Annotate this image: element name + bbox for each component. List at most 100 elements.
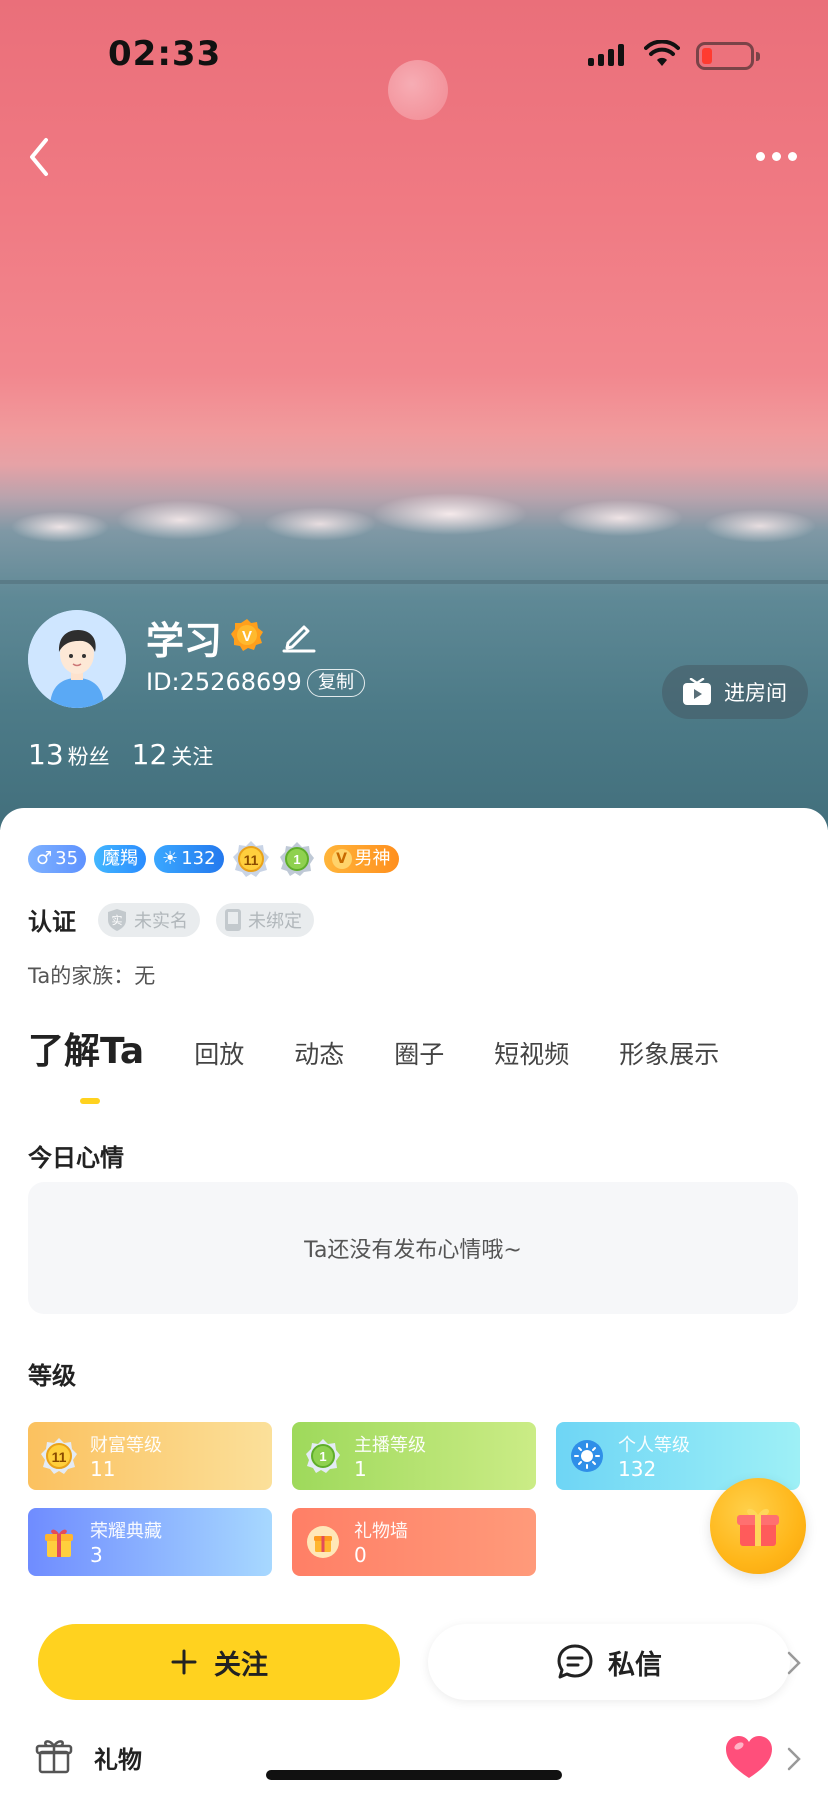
certification-title: 认证 [28,908,76,936]
clouds [0,482,828,552]
male-symbol-icon: ♂ [36,848,53,869]
back-icon[interactable] [22,132,62,182]
user-id: ID:25268699 [146,668,302,696]
gift-box-icon [45,1529,73,1557]
gift-wall-card[interactable]: 礼物墙 0 [292,1508,536,1576]
svg-text:1: 1 [293,852,300,867]
tab-replay[interactable]: 回放 [194,1035,244,1071]
svg-text:V: V [242,628,252,645]
send-gift-fab[interactable] [710,1478,806,1574]
private-message-button[interactable]: 私信 [428,1624,790,1700]
anchor-level-value: 1 [354,1457,367,1481]
battery-icon [696,42,760,70]
vip-v-icon: V [331,849,352,869]
gift-outline-icon [35,1740,73,1774]
personal-level-label: 个人等级 [618,1435,690,1456]
tab-short-videos[interactable]: 短视频 [494,1035,569,1071]
gift-wall-label: 礼物墙 [354,1521,408,1542]
honor-collection-card[interactable]: 荣耀典藏 3 [28,1508,272,1576]
gender-level-badge[interactable]: ♂ 35 [28,845,87,873]
chat-bubble-icon [557,1644,593,1679]
plus-icon [171,1649,197,1675]
wifi-icon [644,40,680,66]
wealth-medal-icon[interactable]: 11 [232,840,270,878]
honor-collection-label: 荣耀典藏 [90,1521,162,1542]
gift-icon [737,1508,779,1546]
tab-image-showcase[interactable]: 形象展示 [619,1035,719,1071]
mohe-badge[interactable]: 魔羯 [94,845,147,873]
shield-icon: 实 [108,908,126,931]
following-label: 关注 [171,745,214,769]
wealth-level-label: 财富等级 [90,1435,162,1456]
profile-cover: 02:33 学习 V ID:25268699 复制 进房间 13 粉丝 12 关… [0,0,828,830]
status-time: 02:33 [108,34,222,74]
realname-status-tag[interactable]: 实 未实名 [98,902,200,937]
realname-status-label: 未实名 [134,910,188,932]
private-message-label: 私信 [608,1649,662,1681]
avatar[interactable] [28,610,126,708]
phone-status-label: 未绑定 [248,910,302,932]
chevron-right-icon[interactable] [786,1746,802,1772]
gift-wall-value: 0 [354,1543,367,1567]
vip-badge[interactable]: V 男神 [323,845,399,873]
profile-tabs: 了解Ta 回放 动态 圈子 短视频 形象展示 [28,1022,769,1074]
anchor-level-icon: 1 [306,1439,340,1473]
gender-level-value: 35 [55,848,79,869]
follow-stats: 13 粉丝 12 关注 [28,738,213,771]
tv-icon [683,678,711,705]
mood-empty-text: Ta还没有发布心情哦~ [304,1238,522,1263]
tab-about[interactable]: 了解Ta [28,1022,144,1074]
anchor-level-card[interactable]: 1 主播等级 1 [292,1422,536,1490]
badge-row: ♂ 35 魔羯 ☀ 132 11 1 V 男神 [28,840,399,878]
heart-icon [726,1736,772,1778]
edit-name-icon[interactable] [280,617,316,653]
certification-row: 认证 实 未实名 未绑定 [28,902,314,937]
fans-count: 13 [28,738,64,771]
wealth-level-value: 11 [90,1457,116,1481]
svg-text:1: 1 [319,1449,326,1464]
personal-level-badge[interactable]: ☀ 132 [154,845,224,873]
sun-level-value: 132 [181,848,216,869]
personal-level-value: 132 [618,1457,657,1481]
fans-stat[interactable]: 13 粉丝 [28,738,110,771]
wealth-level-card[interactable]: 11 财富等级 11 [28,1422,272,1490]
mood-empty-box: Ta还没有发布心情哦~ [28,1182,798,1314]
phone-status-tag[interactable]: 未绑定 [216,902,314,937]
svg-text:11: 11 [243,852,258,868]
enter-room-label: 进房间 [724,681,787,705]
enter-room-button[interactable]: 进房间 [662,665,808,719]
cellular-signal-icon [588,44,624,66]
copy-id-button[interactable]: 复制 [307,669,365,697]
anchor-level-label: 主播等级 [354,1435,426,1456]
following-count: 12 [131,738,168,771]
svg-text:11: 11 [52,1449,67,1465]
fans-label: 粉丝 [67,745,110,769]
mood-section-title: 今日心情 [28,1144,124,1172]
family-info: Ta的家族：无 [28,964,156,988]
sun-icon [571,1440,603,1472]
levels-section-title: 等级 [28,1362,76,1390]
following-stat[interactable]: 12 关注 [132,738,214,771]
anchor-medal-icon[interactable]: 1 [278,840,316,878]
verified-v-badge-icon: V [231,619,263,651]
status-bar: 02:33 [0,0,828,110]
tab-circles[interactable]: 圈子 [394,1035,444,1071]
follow-label: 关注 [214,1649,268,1681]
gifts-row-label[interactable]: 礼物 [94,1740,142,1775]
wealth-level-icon: 11 [41,1438,77,1474]
horizon [0,580,828,584]
tab-moments[interactable]: 动态 [294,1035,344,1071]
chevron-right-icon [787,1651,801,1675]
more-options-icon[interactable] [756,146,804,166]
mohe-label: 魔羯 [102,848,139,869]
sun-icon: ☀ [162,848,179,869]
active-tab-indicator [80,1098,100,1104]
home-indicator [266,1770,562,1780]
vip-label: 男神 [354,848,391,869]
phone-icon [225,908,241,931]
honor-collection-value: 3 [90,1543,103,1567]
gift-wall-icon [307,1526,339,1558]
follow-button[interactable]: 关注 [38,1624,400,1700]
svg-text:实: 实 [112,913,123,927]
user-name: 学习 [146,619,223,663]
